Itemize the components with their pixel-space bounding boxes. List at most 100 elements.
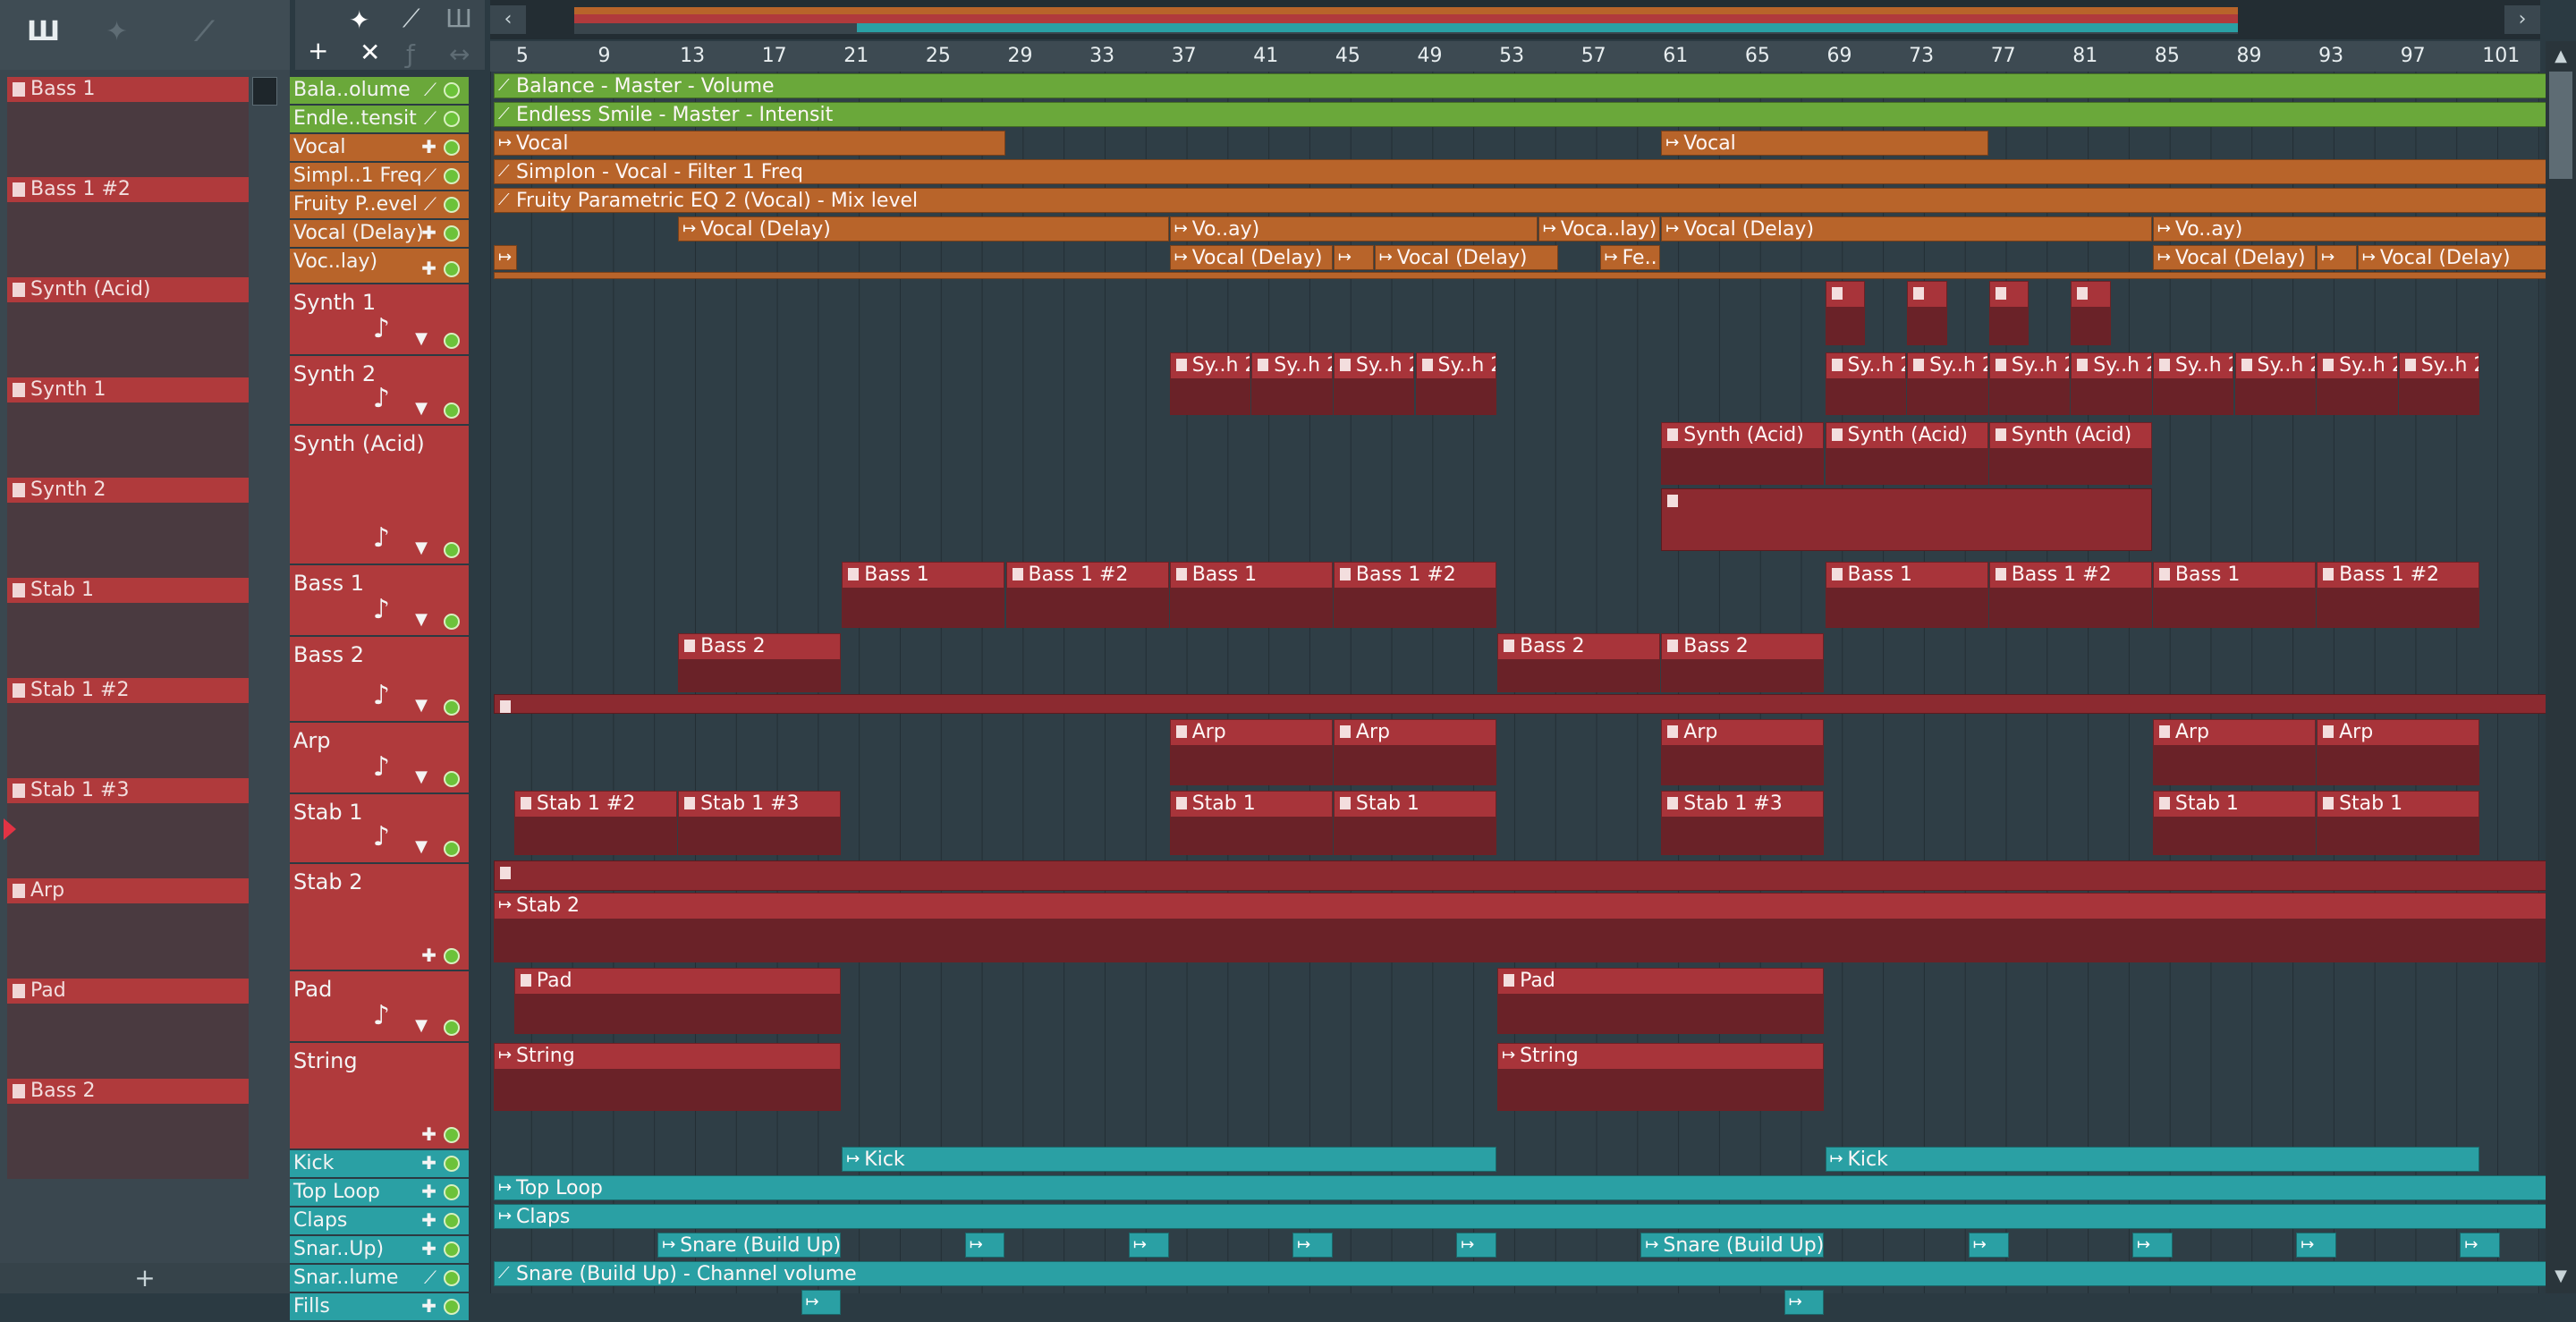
picker-item[interactable]: Stab 1 #2 [7,678,249,778]
track-header[interactable]: Bass 1 ♪ ▼ [290,565,469,637]
playlist-clip[interactable]: Arp [1169,719,1333,785]
playlist-clip[interactable]: ↦ [2132,1233,2173,1258]
track-header[interactable]: Bala..olume ⟋ [290,77,469,106]
playlist-clip[interactable]: ↦ Vo..ay) [2152,216,2574,242]
picker-item[interactable]: Synth (Acid) [7,277,249,377]
track-header[interactable]: Synth 1 ♪ ▼ [290,284,469,356]
playlist-clip[interactable]: ↦ [964,1233,1005,1258]
mute-led-icon[interactable] [444,1270,460,1286]
dropdown-arrow-icon[interactable]: ▼ [415,610,428,629]
playlist-clip[interactable] [494,860,2574,891]
picker-item-header[interactable]: Bass 1 #2 [7,177,249,202]
add-track-button[interactable]: + [308,36,328,65]
playlist-clip[interactable]: ↦ Snare (Build Up) [1640,1233,1825,1258]
track-header[interactable]: Bass 2 ♪ ▼ [290,637,469,723]
vertical-scrollbar[interactable]: ▲ ▼ [2546,41,2576,1293]
picker-item-header[interactable]: Synth 2 [7,478,249,503]
playlist-clip[interactable]: Synth (Acid) [1988,422,2152,485]
playlist-clip[interactable] [1988,281,2029,345]
wave-tool-icon[interactable]: ✦ [349,5,369,35]
playlist-clip[interactable]: ↦ Voca..lay) [1538,216,1661,242]
picker-item[interactable]: Stab 1 [7,578,249,678]
playlist-clip[interactable]: Synth (Acid) [1661,422,1825,485]
picker-item[interactable]: Synth 1 [7,377,249,478]
dropdown-arrow-icon[interactable]: ▼ [415,329,428,348]
playlist-grid[interactable]: ⟋ Balance - Master - Volume ⟋ Endless Smile… [490,72,2574,1315]
playlist-clip[interactable]: ↦ [494,245,518,270]
picker-item-header[interactable]: Stab 1 #2 [7,678,249,703]
playlist-clip[interactable]: ↦ Vocal (Delay) [1169,245,1333,270]
playlist-clip[interactable]: Bass 1 #2 [1988,562,2152,628]
playlist-clip[interactable]: Bass 2 [1661,633,1825,692]
picker-item-header[interactable]: Pad [7,979,249,1004]
playlist-clip[interactable]: ↦ [1333,245,1374,270]
playlist-clip[interactable]: Sy..h 2 [1415,352,1497,415]
track-header[interactable]: Vocal (Delay) ✚ [290,220,469,249]
playlist-clip[interactable]: Sy..h 2 [1251,352,1333,415]
playlist-clip[interactable]: ↦ Kick [1825,1147,2480,1172]
track-header[interactable]: Voc..lay) ✚ [290,249,469,284]
track-header[interactable]: Synth (Acid) ♪ ▼ [290,426,469,565]
playlist-clip[interactable]: ↦ [2460,1233,2501,1258]
mute-led-icon[interactable] [444,948,460,964]
playlist-clip[interactable]: ⟋ Simplon - Vocal - Filter 1 Freq [494,159,2574,184]
playlist-clip[interactable]: Sy..h 2 [2071,352,2152,415]
wave-icon[interactable]: ✦ [106,16,128,47]
playlist-clip[interactable]: ⟋ Endless Smile - Master - Intensit [494,102,2574,127]
track-header[interactable]: Simpl..1 Freq ⟋ [290,163,469,191]
playlist-clip[interactable]: Sy..h 2 [1825,352,1907,415]
playlist-clip[interactable]: Sy..h 2 [1988,352,2071,415]
playlist-clip[interactable]: ⟋ Fruity Parametric EQ 2 (Vocal) - Mix le… [494,188,2574,213]
playlist-clip[interactable] [1907,281,1947,345]
playlist-clip[interactable]: ↦ Stab 2 [494,893,2574,962]
mute-led-icon[interactable] [444,1156,460,1172]
track-header[interactable]: Pad ♪ ▼ [290,971,469,1043]
playlist-clip[interactable]: ↦ Vocal (Delay) [1374,245,1558,270]
playlist-clip[interactable]: ↦ Vocal [1661,131,1988,156]
function-icon[interactable]: ƒ [406,39,415,69]
mute-led-icon[interactable] [444,1241,460,1258]
scroll-left-button[interactable]: ‹ [490,5,526,34]
playlist-clip[interactable]: Bass 2 [1497,633,1661,692]
picker-item[interactable]: Bass 2 [7,1079,249,1179]
picker-scrollbar[interactable] [252,77,277,106]
track-header[interactable]: Fruity P..evel ⟋ [290,191,469,220]
piano-keys-icon[interactable]: Ш [27,16,60,47]
picker-item-header[interactable]: Stab 1 [7,578,249,603]
playlist-clip[interactable]: Bass 1 [2152,562,2317,628]
playlist-clip[interactable]: Sy..h 2 [2317,352,2398,415]
mute-led-icon[interactable] [444,1213,460,1229]
playlist-clip[interactable] [494,694,2574,714]
picker-item-header[interactable]: Synth 1 [7,377,249,403]
track-header[interactable]: Arp ♪ ▼ [290,723,469,794]
mute-led-icon[interactable] [444,82,460,98]
playlist-clip[interactable]: Stab 1 #3 [1661,791,1825,855]
picker-add-button[interactable]: + [0,1263,290,1293]
playlist-clip[interactable]: ⟋ Balance - Master - Volume [494,73,2574,98]
playlist-clip[interactable]: Arp [1661,719,1825,785]
picker-item-header[interactable]: Arp [7,878,249,903]
scroll-thumb[interactable] [2549,72,2572,179]
playlist-clip[interactable]: Sy..h 2 [1907,352,1988,415]
track-header[interactable]: Kick ✚ [290,1150,469,1179]
mute-led-icon[interactable] [444,261,460,277]
playlist-clip[interactable]: Sy..h 2 [1169,352,1251,415]
picker-item-header[interactable]: Stab 1 #3 [7,778,249,803]
mute-led-icon[interactable] [444,168,460,184]
playlist-clip[interactable]: Sy..h 2 [2152,352,2234,415]
playlist-clip[interactable]: ↦ Vocal (Delay) [2152,245,2317,270]
playlist-clip[interactable]: Pad [1497,968,1825,1034]
playlist-clip[interactable]: ↦ Vocal [494,131,1005,156]
mute-led-icon[interactable] [444,111,460,127]
mute-led-icon[interactable] [444,197,460,213]
mute-led-icon[interactable] [444,1184,460,1200]
playlist-clip[interactable]: ↦ Vocal (Delay) [1661,216,2152,242]
piano-tool-icon[interactable]: Ш [445,4,472,33]
playlist-clip[interactable]: ↦ Snare (Build Up) [657,1233,842,1258]
playlist-clip[interactable]: ↦ Vo..ay) [1169,216,1538,242]
playlist-clip[interactable]: ↦ Claps [494,1204,2574,1229]
playlist-clip[interactable]: Sy..h 2 [1333,352,1415,415]
playlist-clip[interactable]: ↦ [1292,1233,1333,1258]
track-header[interactable]: Synth 2 ♪ ▼ [290,356,469,426]
playlist-clip[interactable]: Bass 1 #2 [1005,562,1169,628]
